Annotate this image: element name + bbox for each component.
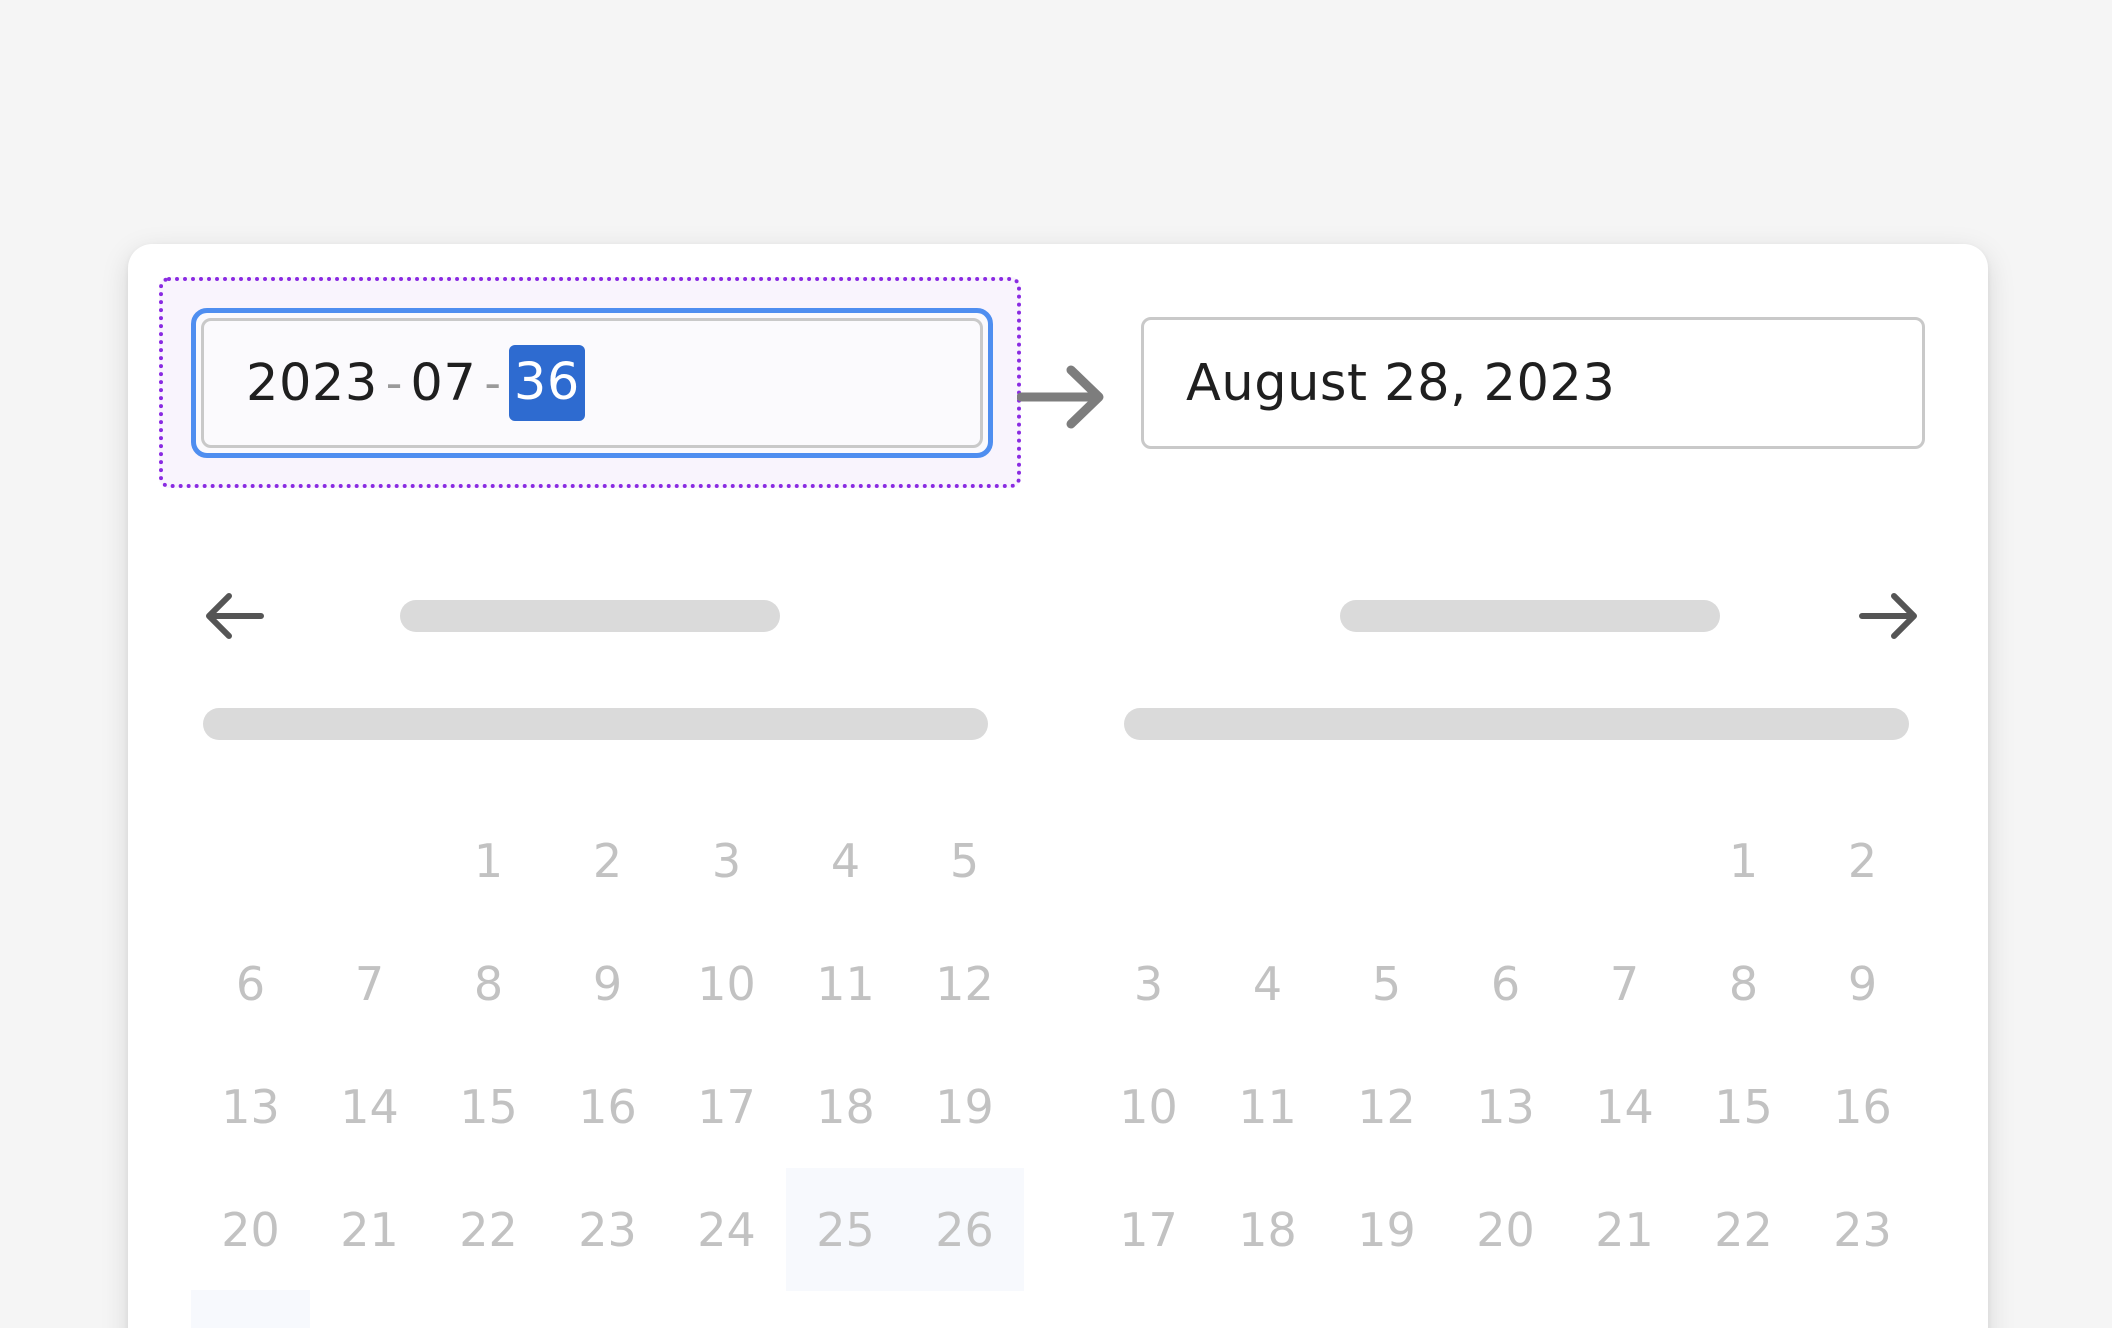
arrow-left-icon[interactable] bbox=[203, 590, 267, 642]
day-cell[interactable]: 11 bbox=[1208, 1045, 1327, 1168]
day-cell[interactable]: 1 bbox=[429, 799, 548, 922]
day-cell[interactable]: 17 bbox=[667, 1045, 786, 1168]
day-cell[interactable]: 20 bbox=[1446, 1168, 1565, 1291]
day-cell[interactable]: 2 bbox=[548, 799, 667, 922]
arrow-right-icon[interactable] bbox=[1856, 590, 1920, 642]
day-cell[interactable]: 19 bbox=[1327, 1168, 1446, 1291]
month-title-placeholder-left bbox=[400, 600, 780, 632]
day-cell[interactable]: 13 bbox=[191, 1045, 310, 1168]
day-cell[interactable]: 23 bbox=[1803, 1168, 1922, 1291]
day-cell[interactable]: 19 bbox=[905, 1045, 1024, 1168]
day-cell[interactable]: 7 bbox=[310, 922, 429, 1045]
calendar-grid-left: 1 2 3 4 5 6 7 8 9 10 11 12 13 14 15 16 17 18 19 20 21 22 23 24 2… bbox=[191, 799, 1024, 1291]
day-cell[interactable]: 12 bbox=[1327, 1045, 1446, 1168]
day-cell[interactable]: 8 bbox=[1684, 922, 1803, 1045]
day-cell[interactable]: 21 bbox=[310, 1168, 429, 1291]
empty-day-cell bbox=[1089, 799, 1208, 922]
weekday-header-placeholder-right bbox=[1124, 708, 1909, 740]
day-cell[interactable]: 26 bbox=[905, 1168, 1024, 1291]
day-cell[interactable]: 15 bbox=[1684, 1045, 1803, 1168]
weekday-header-placeholder-left bbox=[203, 708, 988, 740]
day-cell[interactable]: 20 bbox=[191, 1168, 310, 1291]
calendar-grid-right: 1 2 3 4 5 6 7 8 9 10 11 12 13 14 15 16 17 18 19 20 21 22 23 bbox=[1089, 799, 1922, 1291]
day-cell[interactable]: 21 bbox=[1565, 1168, 1684, 1291]
day-cell[interactable]: 13 bbox=[1446, 1045, 1565, 1168]
month-title-placeholder-right bbox=[1340, 600, 1720, 632]
day-cell[interactable]: 6 bbox=[191, 922, 310, 1045]
day-cell[interactable]: 7 bbox=[1565, 922, 1684, 1045]
day-cell[interactable]: 4 bbox=[786, 799, 905, 922]
day-cell[interactable]: 10 bbox=[1089, 1045, 1208, 1168]
day-cell[interactable]: 5 bbox=[1327, 922, 1446, 1045]
page: 2023 - 07 - 36 August 28, 2023 123456789… bbox=[0, 0, 2112, 1328]
start-date-input[interactable]: 2023 - 07 - 36 bbox=[191, 308, 993, 458]
empty-day-cell bbox=[1565, 799, 1684, 922]
day-cell[interactable]: 11 bbox=[786, 922, 905, 1045]
day-cell[interactable]: 18 bbox=[1208, 1168, 1327, 1291]
day-cell[interactable]: 14 bbox=[1565, 1045, 1684, 1168]
day-cell[interactable]: 1 bbox=[1684, 799, 1803, 922]
empty-day-cell bbox=[191, 799, 310, 922]
end-date-value: August 28, 2023 bbox=[1186, 353, 1616, 413]
day-cell[interactable]: 4 bbox=[1208, 922, 1327, 1045]
day-cell[interactable]: 3 bbox=[667, 799, 786, 922]
day-cell[interactable]: 10 bbox=[667, 922, 786, 1045]
day-cell[interactable]: 16 bbox=[1803, 1045, 1922, 1168]
start-date-field[interactable]: 2023 - 07 - 36 bbox=[201, 318, 983, 448]
day-cell[interactable]: 17 bbox=[1089, 1168, 1208, 1291]
day-cell[interactable]: 2 bbox=[1803, 799, 1922, 922]
end-date-input[interactable]: August 28, 2023 bbox=[1141, 317, 1925, 449]
day-cell[interactable]: 16 bbox=[548, 1045, 667, 1168]
day-cell[interactable]: 24 bbox=[667, 1168, 786, 1291]
month-segment[interactable]: 07 bbox=[410, 354, 476, 413]
year-segment[interactable]: 2023 bbox=[246, 354, 378, 413]
day-cell[interactable]: 9 bbox=[548, 922, 667, 1045]
day-cell[interactable]: 6 bbox=[1446, 922, 1565, 1045]
day-cell[interactable]: 8 bbox=[429, 922, 548, 1045]
day-segment[interactable]: 36 bbox=[508, 345, 585, 421]
in-range-cell bbox=[191, 1290, 310, 1328]
empty-day-cell bbox=[1446, 799, 1565, 922]
day-cell[interactable]: 22 bbox=[429, 1168, 548, 1291]
day-cell[interactable]: 23 bbox=[548, 1168, 667, 1291]
day-cell[interactable]: 12 bbox=[905, 922, 1024, 1045]
date-separator: - bbox=[385, 356, 403, 410]
day-cell[interactable]: 22 bbox=[1684, 1168, 1803, 1291]
empty-day-cell bbox=[1327, 799, 1446, 922]
arrow-right-icon bbox=[1017, 365, 1104, 429]
day-cell[interactable]: 15 bbox=[429, 1045, 548, 1168]
day-cell[interactable]: 9 bbox=[1803, 922, 1922, 1045]
day-cell[interactable]: 14 bbox=[310, 1045, 429, 1168]
day-cell[interactable]: 18 bbox=[786, 1045, 905, 1168]
date-separator: - bbox=[484, 356, 501, 410]
day-cell[interactable]: 25 bbox=[786, 1168, 905, 1291]
empty-day-cell bbox=[310, 799, 429, 922]
day-cell[interactable]: 5 bbox=[905, 799, 1024, 922]
day-cell[interactable]: 3 bbox=[1089, 922, 1208, 1045]
empty-day-cell bbox=[1208, 799, 1327, 922]
